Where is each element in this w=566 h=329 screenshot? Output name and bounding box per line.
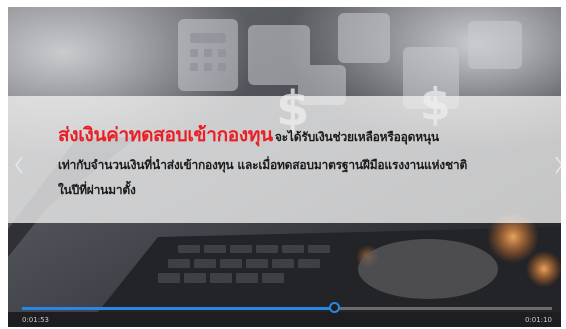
caption-line-3: ในปีที่ผ่านมาตั้ง [58,183,136,197]
progress-thumb[interactable] [328,302,340,313]
previous-button[interactable] [11,153,27,177]
chevron-left-icon [15,156,23,174]
next-button[interactable] [551,153,561,177]
caption-text: ส่งเงินค่าทดสอบเข้ากองทุน จะได้รับเงินช่… [58,120,548,200]
progress-bar[interactable] [22,302,552,313]
total-time: 0:01:10 [525,316,552,324]
caption-line-2: เท่ากับจำนวนเงินที่นำส่งเข้ากองทุน และเม… [58,158,468,172]
progress-fill [22,307,335,310]
video-player[interactable]: $ $ [8,7,561,327]
chevron-right-icon [555,156,561,174]
player-controls: 0:01:53 0:01:10 [8,297,561,327]
caption-line-1: จะได้รับเงินช่วยเหลือหรืออุดหนุน [274,130,439,144]
caption-highlight: ส่งเงินค่าทดสอบเข้ากองทุน [58,124,273,146]
current-time: 0:01:53 [22,316,49,324]
